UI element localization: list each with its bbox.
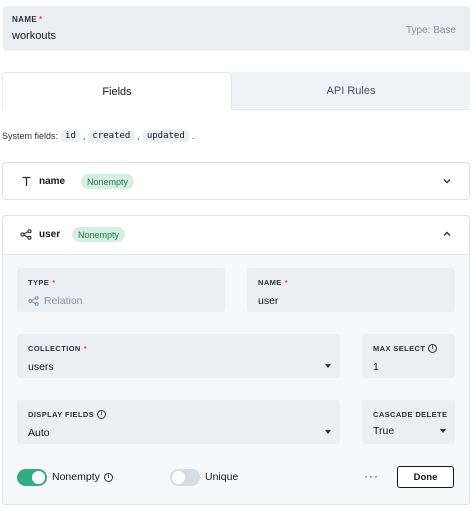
system-field-id: id bbox=[61, 130, 80, 142]
field-user-label: user bbox=[39, 229, 61, 240]
relation-icon bbox=[28, 296, 39, 306]
field-name-input-value[interactable]: user bbox=[258, 295, 278, 307]
display-fields-select[interactable]: DISPLAY FIELDS i Auto bbox=[17, 400, 340, 444]
toggle-knob bbox=[172, 471, 185, 484]
toggle-knob bbox=[32, 471, 45, 484]
field-name-label: name bbox=[39, 176, 66, 187]
collection-name-label: NAME * bbox=[12, 15, 43, 24]
field-name-input[interactable]: NAME * user bbox=[247, 268, 455, 312]
tab-bar: Fields API Rules bbox=[2, 72, 470, 110]
collection-name-field[interactable]: NAME * workouts Type: Base bbox=[3, 6, 470, 51]
field-name-input-label: NAME * bbox=[258, 278, 289, 287]
tab-fields[interactable]: Fields bbox=[2, 72, 232, 110]
info-icon[interactable]: i bbox=[97, 410, 107, 419]
collection-select-value[interactable]: users bbox=[28, 361, 54, 373]
nonempty-badge: Nonempty bbox=[72, 227, 126, 242]
field-header-user[interactable]: user Nonempty bbox=[3, 216, 469, 254]
separator: , bbox=[82, 131, 86, 141]
field-header-name[interactable]: name Nonempty bbox=[3, 163, 469, 201]
display-fields-value[interactable]: Auto bbox=[28, 427, 50, 439]
type-select: TYPE * Relation bbox=[17, 268, 225, 312]
type-value: Relation bbox=[28, 295, 83, 307]
cascade-delete-select[interactable]: CASCADE DELETE True bbox=[362, 400, 455, 444]
caret-down-icon[interactable] bbox=[325, 430, 331, 434]
field-card-name: name Nonempty bbox=[2, 162, 470, 200]
system-field-updated: updated bbox=[142, 130, 189, 142]
collection-name-value[interactable]: workouts bbox=[12, 30, 56, 42]
more-options-icon[interactable]: ··· bbox=[364, 469, 379, 483]
max-select-label: MAX SELECT i bbox=[373, 344, 438, 353]
system-fields-prefix: System fields: bbox=[2, 131, 59, 141]
suffix: . bbox=[191, 131, 195, 141]
nonempty-toggle-label[interactable]: Nonempty i bbox=[52, 471, 113, 483]
collection-label: COLLECTION * bbox=[28, 344, 88, 353]
separator: , bbox=[137, 131, 140, 141]
collection-select[interactable]: COLLECTION * users bbox=[17, 334, 340, 378]
tab-api-rules[interactable]: API Rules bbox=[232, 72, 470, 110]
unique-toggle[interactable] bbox=[170, 469, 200, 486]
max-select-input[interactable]: MAX SELECT i 1 bbox=[362, 334, 455, 378]
max-select-value[interactable]: 1 bbox=[373, 361, 379, 373]
nonempty-toggle[interactable] bbox=[17, 469, 47, 486]
caret-down-icon[interactable] bbox=[440, 429, 446, 433]
collection-type-text: Type: Base bbox=[405, 25, 456, 36]
chevron-up-icon[interactable] bbox=[441, 228, 453, 240]
text-icon bbox=[20, 175, 32, 187]
info-icon[interactable]: i bbox=[428, 344, 438, 353]
done-button[interactable]: Done bbox=[397, 466, 454, 488]
chevron-down-icon[interactable] bbox=[441, 175, 453, 187]
system-field-created: created bbox=[88, 130, 135, 142]
caret-down-icon[interactable] bbox=[325, 364, 331, 368]
unique-toggle-label[interactable]: Unique bbox=[205, 471, 238, 483]
nonempty-badge: Nonempty bbox=[81, 174, 135, 189]
type-label: TYPE * bbox=[28, 278, 56, 287]
type-value-text: Relation bbox=[44, 295, 83, 307]
system-fields-line: System fields: id , created , updated . bbox=[2, 130, 194, 142]
cascade-delete-value[interactable]: True bbox=[373, 425, 394, 437]
nonempty-label-text: Nonempty bbox=[52, 471, 100, 483]
display-fields-label: DISPLAY FIELDS i bbox=[28, 410, 107, 419]
cascade-delete-label: CASCADE DELETE bbox=[373, 410, 448, 419]
relation-icon bbox=[20, 228, 32, 240]
info-icon[interactable]: i bbox=[103, 472, 113, 482]
